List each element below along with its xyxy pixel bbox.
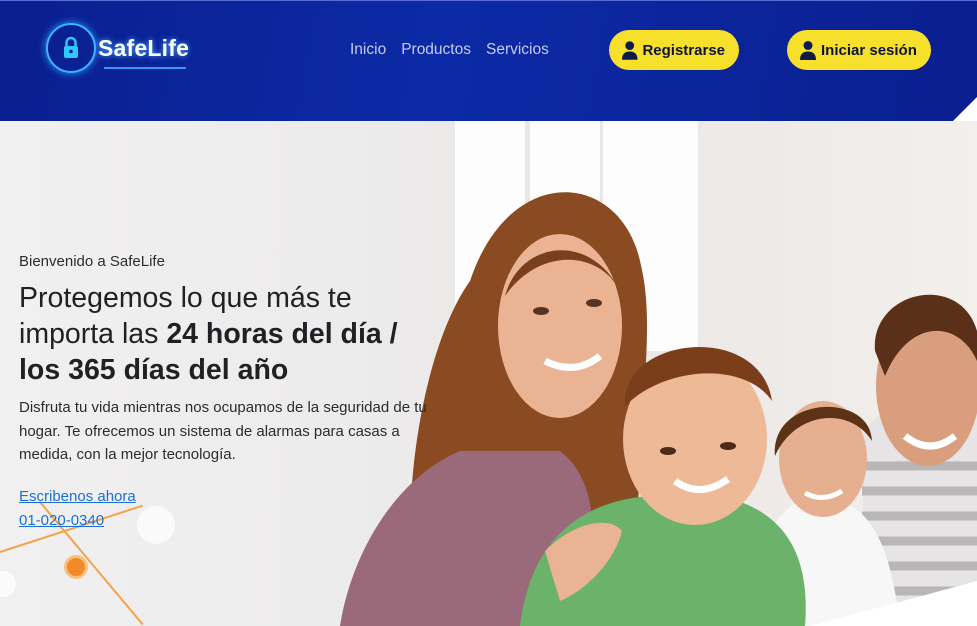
welcome-text: Bienvenido a SafeLife	[19, 253, 165, 270]
hero-description: Disfruta tu vida mientras nos ocupamos d…	[19, 399, 427, 463]
hero-section: Bienvenido a SafeLife Protegemos lo que …	[0, 121, 977, 626]
nav-item-inicio[interactable]: Inicio	[350, 41, 386, 59]
network-node	[64, 555, 88, 579]
logo[interactable]: SafeLife	[46, 23, 189, 73]
logo-underline	[104, 67, 186, 69]
padlock-circuit-icon	[46, 23, 96, 73]
login-button[interactable]: Iniciar sesión	[787, 30, 931, 70]
user-icon	[621, 41, 638, 60]
hero-links: Escribenos ahora 01-020-0340	[19, 485, 439, 533]
register-button[interactable]: Registrarse	[609, 30, 739, 70]
login-label: Iniciar sesión	[821, 41, 917, 59]
main-nav: Inicio Productos Servicios	[350, 41, 549, 59]
brand-name: SafeLife	[98, 34, 190, 61]
contact-link[interactable]: Escribenos ahora	[19, 485, 439, 509]
user-icon	[800, 41, 816, 60]
header-corner-decoration	[953, 97, 977, 121]
hero-content: Bienvenido a SafeLife Protegemos lo que …	[19, 253, 439, 533]
register-label: Registrarse	[642, 41, 725, 59]
phone-link[interactable]: 01-020-0340	[19, 509, 439, 533]
nav-item-servicios[interactable]: Servicios	[486, 41, 549, 59]
nav-item-productos[interactable]: Productos	[401, 41, 471, 59]
hero-headline: Protegemos lo que más te importa las 24 …	[19, 280, 439, 388]
site-header: SafeLife Inicio Productos Servicios Regi…	[0, 0, 977, 121]
